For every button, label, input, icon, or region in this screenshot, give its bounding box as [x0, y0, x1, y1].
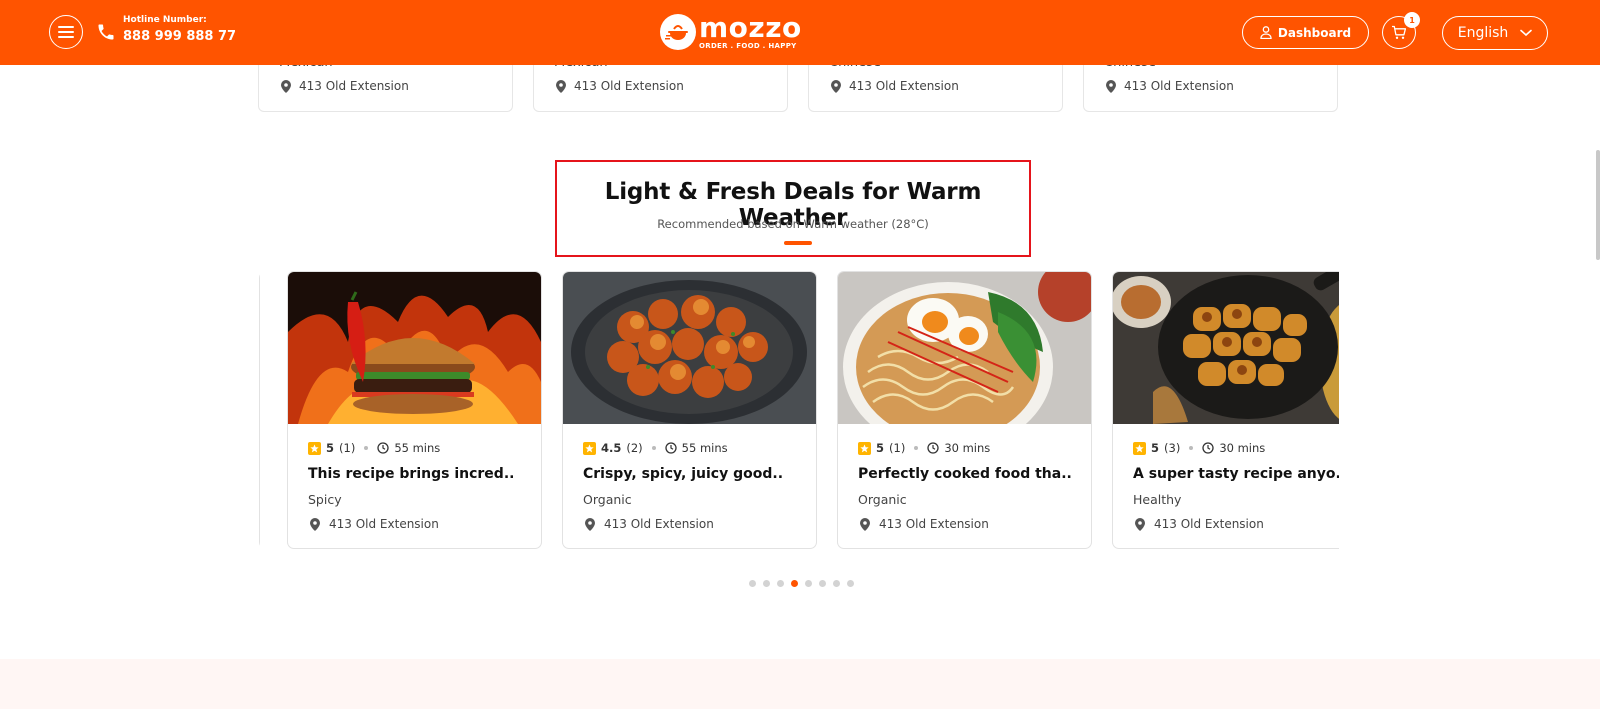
review-count: (3) — [1164, 441, 1181, 455]
recipe-card[interactable]: 5 (1) 30 mins Perfectly cooked food tha.… — [837, 271, 1092, 549]
location-pin-icon — [860, 517, 870, 531]
recipe-image — [838, 272, 1091, 424]
clock-icon — [377, 442, 389, 454]
rating-value: 5 — [876, 441, 885, 455]
card-meta: 5 (1) 55 mins — [308, 441, 440, 455]
recipe-image — [563, 272, 816, 424]
location-pin-icon — [310, 517, 320, 531]
dashboard-label: Dashboard — [1277, 25, 1352, 40]
recipe-category: Organic — [583, 492, 632, 507]
recipe-card[interactable] — [259, 271, 260, 549]
pagination-dot[interactable] — [763, 580, 770, 587]
site-header: Hotline Number: 888 999 888 77 mozzo ORD… — [0, 0, 1600, 65]
card-meta: 5 (3) 30 mins — [1133, 441, 1265, 455]
card-location: 413 Old Extension — [556, 79, 684, 93]
recipe-category: Organic — [858, 492, 907, 507]
cart-icon — [1392, 25, 1407, 39]
rating-value: 4.5 — [601, 441, 622, 455]
carousel-pagination — [749, 580, 854, 587]
pagination-dot[interactable] — [777, 580, 784, 587]
language-label: English — [1457, 25, 1509, 41]
card-meta: 4.5 (2) 55 mins — [583, 441, 728, 455]
recipe-title[interactable]: A super tasty recipe anyo.. — [1133, 466, 1339, 482]
recipe-category: Spicy — [308, 492, 342, 507]
meta-separator — [364, 446, 369, 450]
location-pin-icon — [1135, 517, 1145, 531]
pagination-dot[interactable] — [819, 580, 826, 587]
site-logo[interactable]: mozzo ORDER . FOOD . HAPPY — [660, 10, 802, 50]
recipe-card[interactable]: 4.5 (2) 55 mins Crispy, spicy, juicy goo… — [562, 271, 817, 549]
review-count: (2) — [626, 441, 643, 455]
review-count: (1) — [889, 441, 906, 455]
pagination-dot[interactable] — [847, 580, 854, 587]
pagination-dot[interactable] — [749, 580, 756, 587]
card-location: 413 Old Extension — [1106, 79, 1234, 93]
clock-icon — [665, 442, 677, 454]
recipe-title[interactable]: Crispy, spicy, juicy good.. — [583, 466, 783, 482]
meta-separator — [651, 446, 656, 450]
card-location: 413 Old Extension — [860, 517, 989, 531]
hotline-label: Hotline Number: — [123, 15, 207, 25]
rating-value: 5 — [326, 441, 335, 455]
recipe-carousel[interactable]: 5 (1) 55 mins This recipe brings incred.… — [259, 271, 1339, 553]
delivery-bowl-icon — [665, 25, 688, 40]
cook-time: 30 mins — [944, 441, 991, 455]
user-icon — [1260, 26, 1272, 39]
location-pin-icon — [281, 79, 291, 93]
pagination-dot[interactable] — [833, 580, 840, 587]
phone-icon — [98, 24, 114, 40]
location-pin-icon — [1106, 79, 1116, 93]
section-underline — [784, 241, 812, 245]
star-icon — [308, 441, 321, 455]
menu-button[interactable] — [49, 15, 83, 49]
star-icon — [583, 441, 596, 455]
cook-time: 55 mins — [681, 441, 728, 455]
page-scrollbar[interactable] — [1596, 150, 1600, 260]
review-count: (1) — [339, 441, 356, 455]
clock-icon — [927, 442, 939, 454]
star-icon — [858, 441, 871, 455]
logo-tagline: ORDER . FOOD . HAPPY — [699, 41, 797, 50]
hotline-number[interactable]: 888 999 888 77 — [123, 29, 236, 44]
chevron-down-icon — [1520, 29, 1533, 37]
card-location: 413 Old Extension — [310, 517, 439, 531]
logo-name: mozzo — [699, 10, 802, 44]
recipe-image — [288, 272, 541, 424]
location-pin-icon — [831, 79, 841, 93]
recipe-image — [1113, 272, 1339, 424]
cook-time: 30 mins — [1219, 441, 1266, 455]
logo-mark — [660, 14, 696, 50]
meta-separator — [914, 446, 919, 450]
rating-value: 5 — [1151, 441, 1160, 455]
hamburger-icon — [58, 26, 74, 38]
card-meta: 5 (1) 30 mins — [858, 441, 990, 455]
section-subtitle: Recommended based on Warm weather (28°C) — [657, 217, 929, 231]
card-location: 413 Old Extension — [1135, 517, 1264, 531]
card-location: 413 Old Extension — [831, 79, 959, 93]
recipe-category: Healthy — [1133, 492, 1182, 507]
section-heading: Light & Fresh Deals for Warm Weather Rec… — [555, 160, 1031, 257]
meta-separator — [1189, 446, 1194, 450]
star-icon — [1133, 441, 1146, 455]
card-location: 413 Old Extension — [585, 517, 714, 531]
pagination-dot[interactable] — [805, 580, 812, 587]
card-location: 413 Old Extension — [281, 79, 409, 93]
location-pin-icon — [556, 79, 566, 93]
dashboard-button[interactable]: Dashboard — [1242, 16, 1369, 49]
clock-icon — [1202, 442, 1214, 454]
recipe-card[interactable]: 5 (3) 30 mins A super tasty recipe anyo.… — [1112, 271, 1339, 549]
next-section-band — [0, 659, 1600, 709]
recipe-title[interactable]: Perfectly cooked food tha.. — [858, 466, 1072, 482]
recipe-title[interactable]: This recipe brings incred.. — [308, 466, 514, 482]
recipe-card[interactable]: 5 (1) 55 mins This recipe brings incred.… — [287, 271, 542, 549]
location-pin-icon — [585, 517, 595, 531]
pagination-dot[interactable] — [791, 580, 798, 587]
cart-count-badge: 1 — [1404, 12, 1420, 28]
cook-time: 55 mins — [394, 441, 441, 455]
language-selector[interactable]: English — [1442, 16, 1548, 50]
